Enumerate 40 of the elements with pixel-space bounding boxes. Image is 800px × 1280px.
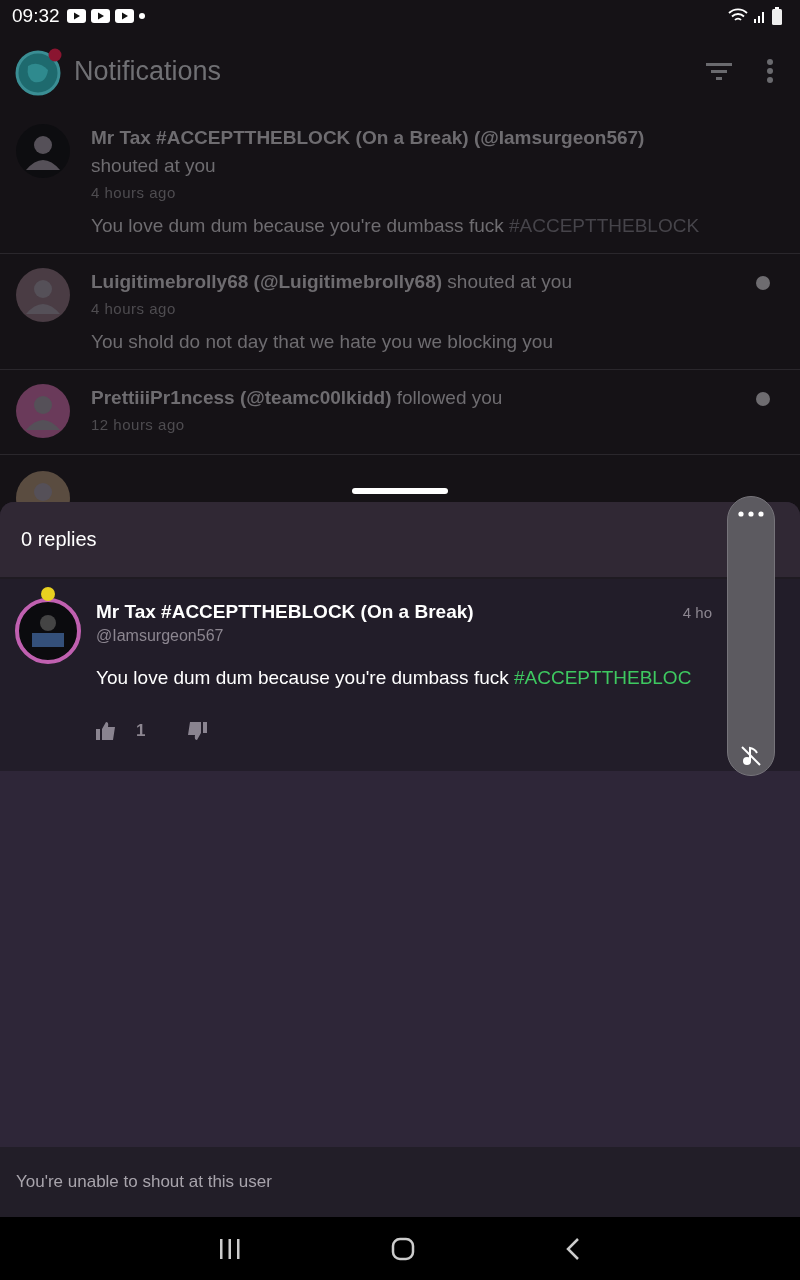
- notification-item[interactable]: PrettiiiPr1ncess (@teamc00lkidd) followed you 12 hours ago: [0, 370, 800, 455]
- replies-count: 0 replies: [21, 528, 97, 551]
- smiley-logo-icon: [14, 46, 64, 96]
- notice-text: You're unable to shout at this user: [16, 1172, 272, 1192]
- page-title: Notifications: [74, 55, 222, 87]
- play-icon: [114, 9, 134, 23]
- more-options-icon[interactable]: [738, 511, 764, 517]
- muted-note-icon[interactable]: [740, 745, 762, 767]
- dot-icon: [138, 13, 145, 19]
- battery-icon: [772, 7, 782, 25]
- play-icon: [90, 9, 110, 23]
- clock: 09:32: [12, 5, 60, 27]
- timestamp: 12 hours ago: [91, 416, 186, 433]
- sheet-handle[interactable]: [352, 488, 448, 494]
- timestamp: 4 ho: [682, 604, 712, 621]
- avatar-icon: [16, 268, 70, 322]
- hashtag-link[interactable]: #ACCEPTTHEBLOC: [514, 667, 692, 688]
- thumbs-down-icon[interactable]: [187, 722, 208, 740]
- notification-text: Mr Tax #ACCEPTTHEBLOCK (On a Break) (@Iamsurgeon567) shouted at you: [91, 126, 646, 178]
- play-icon: [66, 9, 86, 23]
- recent-apps-icon[interactable]: [219, 1238, 241, 1259]
- notification-message: You shold do not day that we hate you we blocking you: [91, 331, 554, 353]
- more-options-icon[interactable]: [766, 59, 774, 83]
- back-icon[interactable]: [565, 1236, 581, 1261]
- comment-text: You love dum dum because you're dumbass fuck #ACCEPTTHEBLOC: [96, 667, 693, 689]
- signal-icon: [753, 9, 767, 23]
- timestamp: 4 hours ago: [91, 300, 177, 317]
- user-handle: @Iamsurgeon567: [96, 627, 225, 645]
- author-name: Mr Tax #ACCEPTTHEBLOCK (On a Break): [96, 601, 474, 623]
- home-icon[interactable]: [391, 1236, 415, 1261]
- avatar-icon: [16, 384, 70, 438]
- avatar-icon: [16, 124, 70, 178]
- thumbs-up-icon[interactable]: [96, 722, 116, 740]
- timestamp: 4 hours ago: [91, 184, 177, 201]
- like-count: 1: [136, 721, 146, 741]
- notification-text: PrettiiiPr1ncess (@teamc00lkidd) followed you: [91, 386, 504, 410]
- avatar-icon: [14, 585, 84, 665]
- filter-icon[interactable]: [706, 61, 732, 81]
- notification-text: Luigitimebrolly68 (@Luigitimebrolly68) shouted at you: [91, 270, 573, 294]
- notification-item[interactable]: Luigitimebrolly68 (@Luigitimebrolly68) shouted at you 4 hours ago You shold do not day that we hate you we blocking you: [0, 254, 800, 370]
